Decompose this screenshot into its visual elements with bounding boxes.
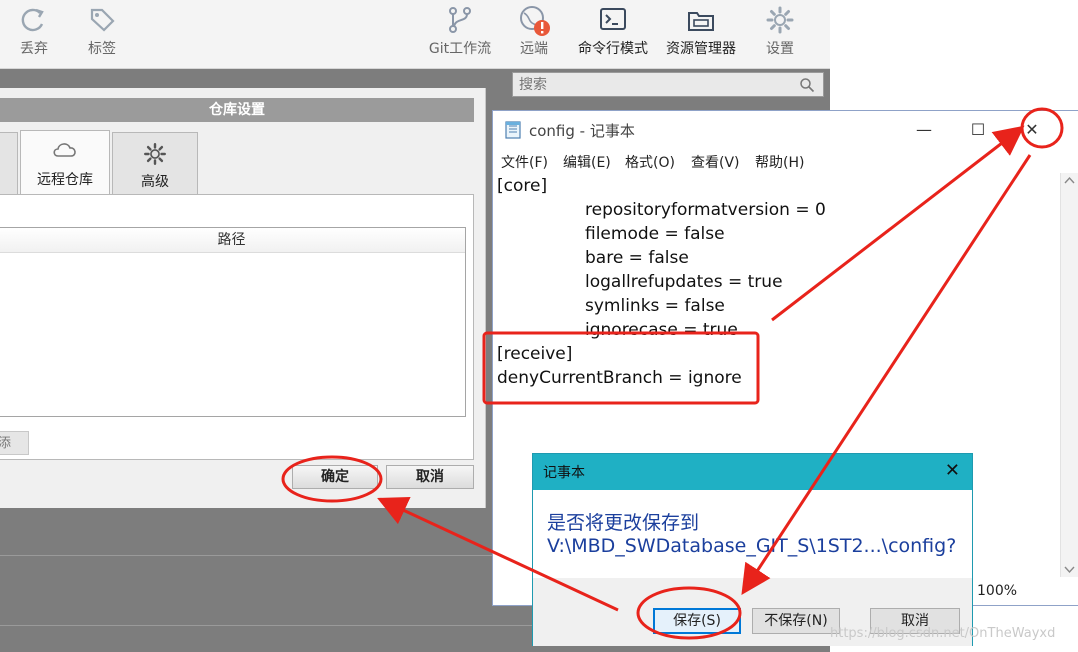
close-icon[interactable]: ✕ [945,460,960,481]
text-line: logallrefupdates = true [585,272,783,292]
vertical-scrollbar[interactable] [1060,173,1078,577]
git-flow-button[interactable]: Git工作流 [424,4,496,58]
tab-advanced-label: 高级 [141,174,169,190]
zoom-level: 100% [977,583,1018,599]
tag-icon [66,4,138,36]
maximize-button[interactable]: ☐ [956,117,1000,143]
discard-button[interactable]: 丢弃 [0,4,70,58]
explorer-label: 资源管理器 [666,41,736,57]
dont-save-button[interactable]: 不保存(N) [752,608,840,634]
close-button[interactable]: ✕ [1010,117,1054,143]
text-line: ignorecase = true [585,320,738,340]
remote-settings-panel: 路径 添 [0,194,474,460]
terminal-button[interactable]: 命令行模式 [572,4,654,58]
settings-label: 设置 [766,41,794,57]
scroll-arrows-icon [1064,176,1075,574]
settings-button[interactable]: 设置 [744,4,816,58]
explorer-button[interactable]: 资源管理器 [660,4,742,58]
text-line: denyCurrentBranch = ignore [497,368,742,388]
cloud-icon [21,131,109,169]
git-flow-icon [424,4,496,36]
text-line: repositoryformatversion = 0 [585,200,826,220]
text-line: [receive] [497,344,573,364]
remote-label: 远端 [520,41,548,57]
discard-label: 丢弃 [20,41,48,57]
ok-button[interactable]: 确定 [292,465,378,489]
discard-icon [0,4,70,36]
menu-help[interactable]: 帮助(H) [755,152,804,172]
menu-format[interactable]: 格式(O) [625,152,675,172]
path-column-header[interactable]: 路径 [0,228,465,253]
notepad-title: config - 记事本 [529,122,635,140]
terminal-label: 命令行模式 [578,41,648,57]
gear-icon [744,4,816,36]
notepad-menubar: 文件(F) 编辑(E) 格式(O) 查看(V) 帮助(H) [493,149,1078,173]
search-icon[interactable] [799,77,815,97]
tag-label: 标签 [88,41,116,57]
dialog-title: 仓库设置 [0,98,474,122]
remote-repository-table[interactable]: 路径 [0,227,466,417]
watermark: https://blog.csdn.net/OnTheWayxd [830,626,1056,641]
gear-icon [113,133,197,171]
globe-warning-icon [498,4,570,36]
text-line: bare = false [585,248,689,268]
search-input[interactable] [513,73,795,96]
repository-settings-dialog: 仓库设置 远程仓库 高级 路径 添 确定 取消 [0,88,486,508]
folder-icon [660,4,742,36]
menu-edit[interactable]: 编辑(E) [563,152,611,172]
tab-advanced[interactable]: 高级 [112,132,198,194]
save-message: 是否将更改保存到 [547,512,700,534]
save-button[interactable]: 保存(S) [653,608,741,634]
add-remote-button[interactable]: 添 [0,431,29,455]
tab-remote-label: 远程仓库 [37,172,93,188]
remote-button[interactable]: 远端 [498,4,570,58]
menu-view[interactable]: 查看(V) [691,152,740,172]
notepad-document-icon [503,120,523,144]
tab-remote-repositories[interactable]: 远程仓库 [20,130,110,194]
tab-general[interactable] [0,132,18,194]
menu-file[interactable]: 文件(F) [501,152,548,172]
cancel-button[interactable]: 取消 [386,465,474,489]
save-dialog-title: 记事本 [543,465,585,481]
text-line: [core] [497,176,548,196]
terminal-icon [572,4,654,36]
git-flow-label: Git工作流 [428,41,492,57]
save-changes-dialog: 记事本 ✕ 是否将更改保存到 V:\MBD_SWDatabase_GIT_S\1… [532,453,973,646]
text-line: filemode = false [585,224,725,244]
tag-button[interactable]: 标签 [66,4,138,58]
main-toolbar: 丢弃 标签 Git工作流 远端 命令行模式 资源管理器 设置 [0,0,830,69]
search-box[interactable] [512,72,824,97]
text-line: symlinks = false [585,296,725,316]
minimize-button[interactable]: — [902,117,946,143]
save-file-path: V:\MBD_SWDatabase_GIT_S\1ST2...\config? [547,535,957,557]
notepad-titlebar: config - 记事本 — ☐ ✕ [493,111,1078,149]
save-dialog-titlebar: 记事本 ✕ [533,454,972,490]
